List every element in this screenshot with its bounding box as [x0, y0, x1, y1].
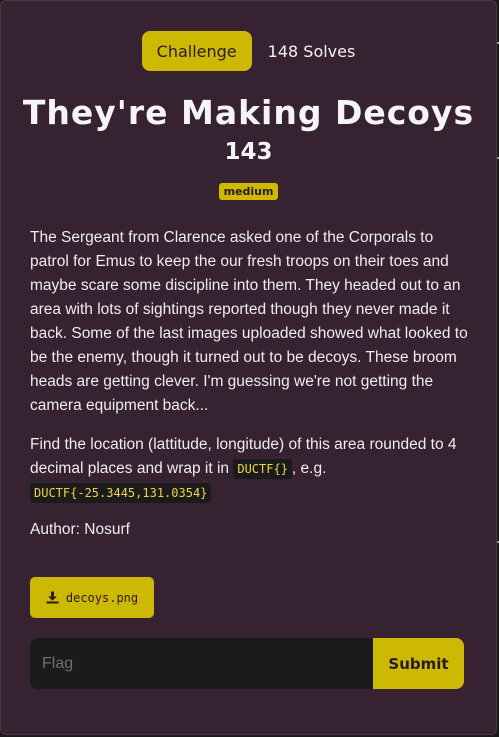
badge-row: medium: [1, 182, 496, 200]
download-file-label: decoys.png: [65, 590, 139, 605]
submit-button[interactable]: Submit: [373, 638, 464, 689]
tab-challenge[interactable]: Challenge: [141, 31, 252, 71]
example-flag-code: DUCTF{-25.3445,131.0354}: [30, 483, 212, 503]
instruction-text-suffix: , e.g.: [291, 460, 327, 477]
modal-tabs: Challenge 148 Solves: [1, 31, 496, 71]
flag-submit-form: Submit: [30, 638, 464, 689]
flag-format-code: DUCTF{}: [233, 459, 292, 479]
difficulty-badge: medium: [218, 183, 279, 200]
challenge-points: 143: [224, 139, 273, 165]
description-text: The Sergeant from Clarence asked one of …: [30, 229, 468, 414]
challenge-modal: Challenge 148 Solves They're Making Deco…: [0, 0, 497, 735]
flag-format-instructions: Find the location (lattitude, longitude)…: [30, 433, 470, 505]
challenge-author: Author: Nosurf: [30, 521, 130, 538]
challenge-description: The Sergeant from Clarence asked one of …: [30, 226, 470, 418]
download-icon: [46, 591, 59, 604]
download-file-button[interactable]: decoys.png: [30, 577, 154, 618]
challenge-title: They're Making Decoys: [22, 93, 475, 132]
tab-solves[interactable]: 148 Solves: [268, 31, 356, 71]
flag-input[interactable]: [30, 638, 373, 689]
